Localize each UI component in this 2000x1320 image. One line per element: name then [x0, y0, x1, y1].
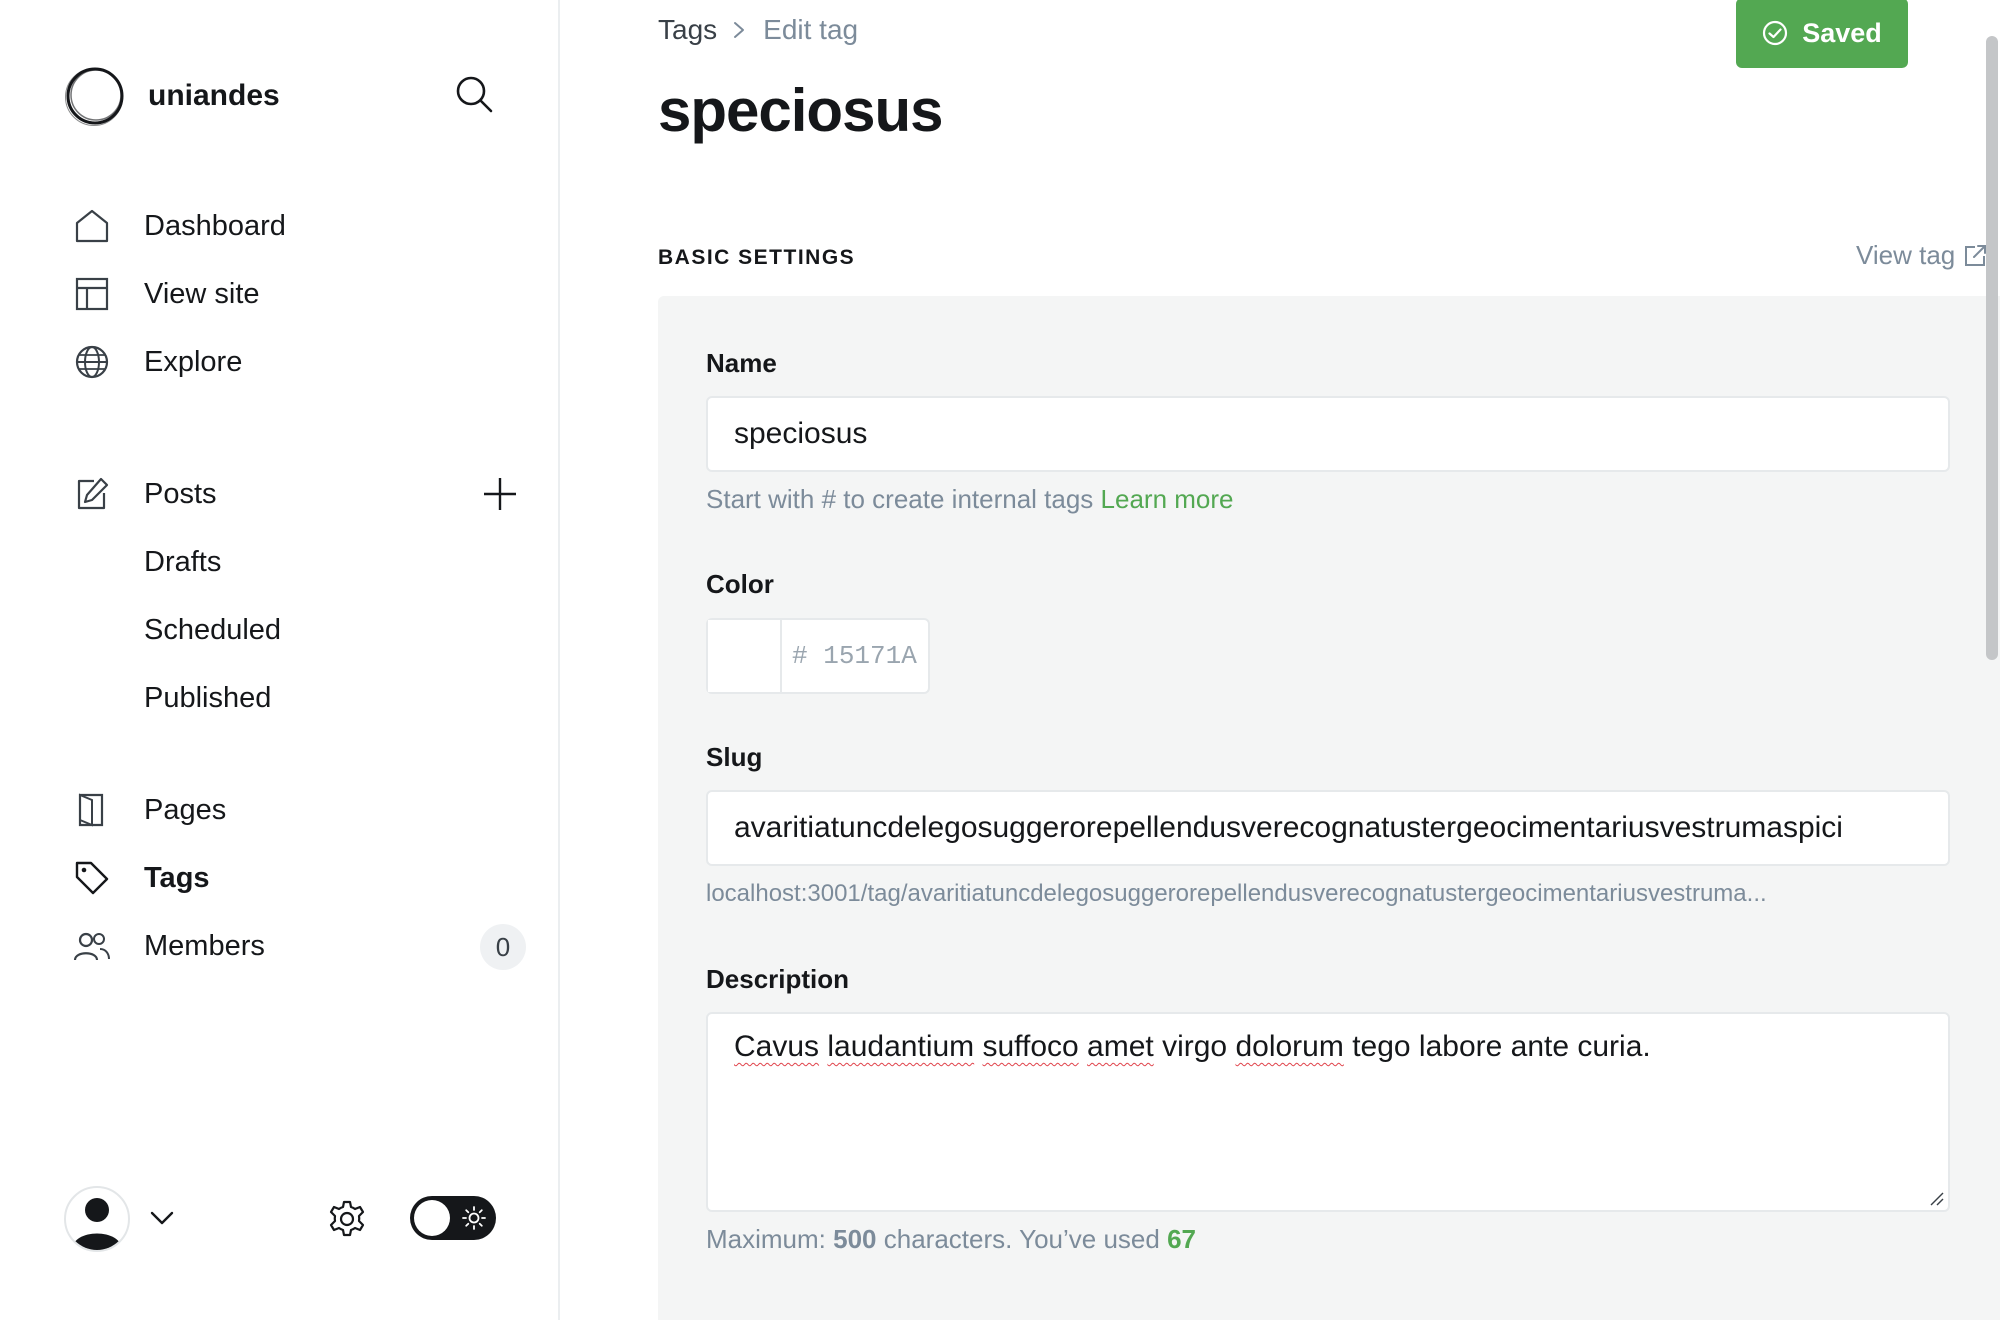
saved-button[interactable]: Saved [1736, 0, 1908, 68]
chevron-right-icon [733, 21, 751, 39]
members-count-badge: 0 [480, 924, 526, 970]
brand[interactable]: uniandes [64, 64, 280, 128]
nav-item-dashboard[interactable]: Dashboard [72, 192, 512, 260]
sidebar: uniandes Dashboard View site Explore Pos… [0, 0, 560, 1320]
nav-label: Pages [144, 793, 227, 826]
description-word: dolorum [1235, 1030, 1344, 1063]
sidebar-footer [64, 1184, 500, 1252]
nav-item-published[interactable]: Published [72, 664, 512, 732]
posts-nav: Posts Drafts Scheduled Published [72, 460, 516, 732]
color-hex-input[interactable]: # 15171A [782, 620, 917, 692]
toggle-knob [414, 1200, 450, 1236]
color-value: 15171A [823, 641, 917, 671]
plus-icon[interactable] [480, 474, 520, 514]
nav-label: Explore [144, 345, 243, 378]
vertical-scrollbar[interactable] [1986, 36, 1998, 660]
nav-item-view-site[interactable]: View site [72, 260, 512, 328]
sun-icon [462, 1206, 486, 1230]
slug-input[interactable]: avaritiatuncdelegosuggerorepellendusvere… [706, 790, 1950, 866]
section-title-basic-settings: BASIC SETTINGS [658, 246, 856, 269]
basic-settings-panel: Name speciosus Start with # to create in… [658, 296, 2000, 1320]
nav-item-explore[interactable]: Explore [72, 328, 512, 396]
nav-label: Dashboard [144, 209, 286, 242]
color-label: Color [706, 569, 774, 599]
description-word: virgo [1162, 1030, 1228, 1063]
color-field[interactable]: # 15171A [706, 618, 930, 694]
slug-url-preview: localhost:3001/tag/avaritiatuncdelegosug… [706, 880, 1767, 907]
name-input[interactable]: speciosus [706, 396, 1950, 472]
nav-item-scheduled[interactable]: Scheduled [72, 596, 512, 664]
external-link-icon [1963, 244, 1987, 268]
check-circle-icon [1762, 20, 1788, 46]
slug-label: Slug [706, 742, 763, 772]
description-word: Cavus [734, 1030, 820, 1063]
name-label: Name [706, 348, 777, 378]
search-icon[interactable] [452, 72, 496, 116]
brand-name: uniandes [148, 79, 280, 112]
saved-label: Saved [1802, 17, 1882, 48]
theme-toggle[interactable] [410, 1196, 496, 1240]
nav-label: View site [144, 277, 260, 310]
description-word: tego labore ante curia. [1352, 1030, 1651, 1063]
main-content: Tags Edit tag speciosus Saved BASIC SETT… [562, 0, 2000, 1320]
breadcrumb: Tags Edit tag [658, 14, 858, 46]
users-icon [72, 926, 112, 966]
name-hint: Start with # to create internal tags Lea… [706, 484, 1234, 515]
nav-label: Published [144, 681, 272, 714]
view-tag-label: View tag [1856, 240, 1956, 270]
name-hint-text: Start with # to create internal tags [706, 484, 1094, 514]
gear-icon[interactable] [324, 1196, 370, 1242]
home-icon [72, 206, 112, 246]
tag-icon [72, 858, 112, 898]
desc-hint-max: 500 [833, 1224, 877, 1254]
breadcrumb-current: Edit tag [763, 14, 859, 45]
chevron-down-icon[interactable] [146, 1202, 178, 1234]
description-hint: Maximum: 500 characters. You’ve used 67 [706, 1224, 1196, 1255]
description-word: laudantium [827, 1030, 975, 1063]
desc-hint-prefix: Maximum: [706, 1224, 826, 1254]
nav-label: Members [144, 929, 265, 962]
nav-label: Tags [144, 861, 210, 894]
description-word: amet [1087, 1030, 1154, 1063]
resize-grip-icon[interactable] [1928, 1190, 1944, 1206]
nav-item-posts[interactable]: Posts [72, 460, 516, 528]
page-title: speciosus [658, 77, 943, 144]
color-hash: # [792, 641, 808, 671]
description-label: Description [706, 964, 850, 994]
nav-label: Posts [144, 477, 217, 510]
nav-label: Scheduled [144, 613, 282, 646]
view-tag-link[interactable]: View tag [1856, 240, 1987, 271]
desc-hint-used: 67 [1167, 1224, 1196, 1254]
nav-item-tags[interactable]: Tags [72, 844, 512, 912]
description-word: suffoco [982, 1030, 1079, 1063]
globe-icon [72, 342, 112, 382]
learn-more-link[interactable]: Learn more [1101, 484, 1234, 514]
nav-label: Drafts [144, 545, 222, 578]
nav-item-drafts[interactable]: Drafts [72, 528, 512, 596]
user-avatar-icon[interactable] [64, 1186, 130, 1252]
layout-icon [72, 274, 112, 314]
nav-item-members[interactable]: Members 0 [72, 912, 526, 980]
brand-logo-icon [65, 67, 124, 126]
nav-item-pages[interactable]: Pages [72, 776, 512, 844]
secondary-nav: Pages Tags Members 0 [72, 776, 526, 980]
edit-icon [72, 474, 112, 514]
primary-nav: Dashboard View site Explore [72, 192, 512, 396]
description-textarea[interactable]: Cavus laudantium suffoco amet virgo dolo… [706, 1012, 1950, 1212]
breadcrumb-tags-link[interactable]: Tags [658, 14, 717, 46]
page-icon [72, 790, 112, 830]
desc-hint-middle: characters. You’ve used [883, 1224, 1160, 1254]
color-swatch[interactable] [708, 620, 782, 692]
